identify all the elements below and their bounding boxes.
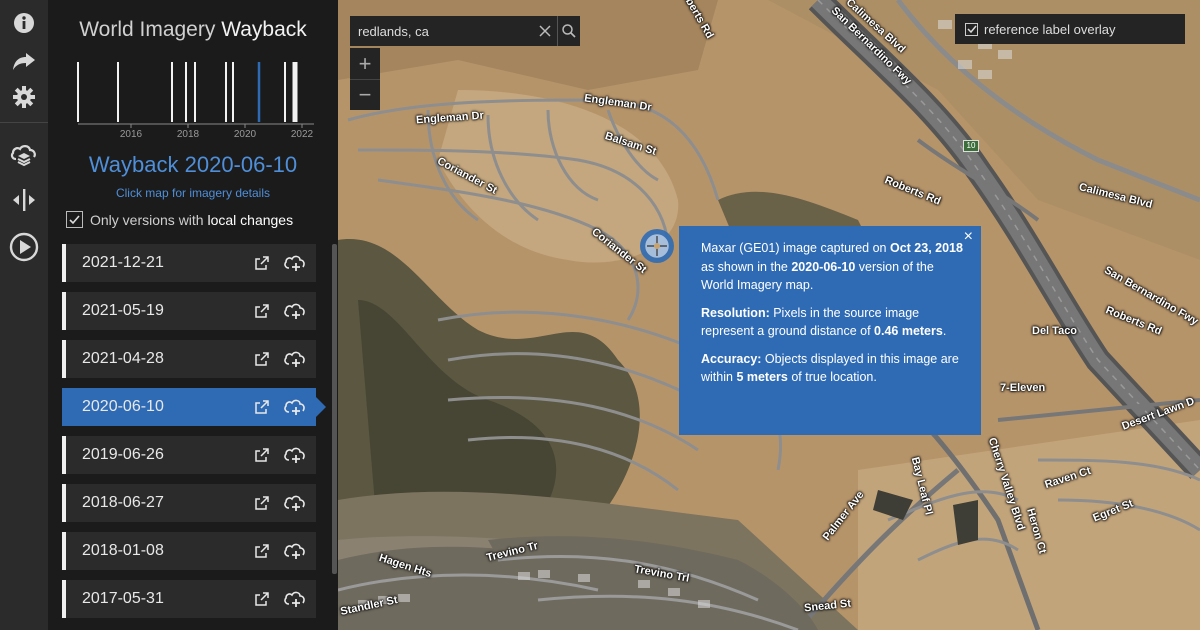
cloud-add-icon[interactable] — [278, 388, 310, 426]
release-date: 2018-06-27 — [82, 494, 164, 511]
zoom-out-button[interactable]: − — [350, 79, 380, 110]
timeline-tick-label: 2020 — [234, 129, 257, 140]
local-changes-toggle[interactable]: Only versions with local changes — [66, 211, 293, 228]
open-in-new-icon[interactable] — [246, 580, 278, 618]
accuracy-end: of true location. — [787, 370, 877, 384]
share-icon[interactable] — [0, 44, 48, 78]
local-changes-label: Only versions with local changes — [90, 212, 293, 228]
close-icon[interactable]: × — [964, 228, 973, 247]
open-in-new-icon[interactable] — [246, 436, 278, 474]
swipe-icon[interactable] — [0, 183, 48, 217]
cloud-add-icon[interactable] — [278, 292, 310, 330]
road-label: Del Taco — [1032, 325, 1078, 337]
icon-rail — [0, 0, 48, 630]
capture-date: Oct 23, 2018 — [889, 241, 963, 255]
cloud-add-icon[interactable] — [278, 436, 310, 474]
release-list: 2021-12-21 2021-05-19 2021-04-28 2020-06-10… — [62, 244, 326, 628]
highway-shield-icon: 10 — [963, 140, 979, 152]
release-item[interactable]: 2020-06-10 — [62, 388, 326, 426]
accuracy-label: Accuracy: — [701, 351, 762, 366]
local-changes-label-bold: local changes — [207, 211, 294, 228]
close-icon[interactable] — [534, 16, 557, 46]
release-timeline[interactable]: 2016 2018 2020 2022 — [76, 58, 316, 142]
selected-release-title: Wayback 2020-06-10 — [88, 152, 298, 177]
imagery-details-popup: × Maxar (GE01) image captured on Oct 23,… — [679, 226, 981, 435]
reference-label-text: reference label overlay — [984, 21, 1116, 37]
release-date: 2020-06-10 — [82, 398, 164, 415]
open-in-new-icon[interactable] — [246, 244, 278, 282]
release-date: 2019-06-26 — [82, 446, 164, 463]
open-in-new-icon[interactable] — [246, 340, 278, 378]
release-item[interactable]: 2021-04-28 — [62, 340, 316, 378]
settings-icon[interactable] — [0, 80, 48, 114]
release-item[interactable]: 2019-06-26 — [62, 436, 316, 474]
map-view[interactable]: Engleman Dr Engleman Dr Balsam St Corian… — [338, 0, 1200, 630]
checkbox[interactable] — [965, 22, 978, 36]
checkbox[interactable] — [66, 211, 83, 228]
release-item[interactable]: 2018-01-08 — [62, 532, 316, 570]
release-date: 2021-12-21 — [82, 254, 164, 271]
search-icon[interactable] — [557, 16, 580, 46]
accuracy-value: 5 meters — [736, 370, 788, 384]
release-date: 2017-05-31 — [82, 590, 164, 607]
release-item[interactable]: 2021-05-19 — [62, 292, 316, 330]
cloud-add-icon[interactable] — [278, 532, 310, 570]
release-item[interactable]: 2021-12-21 — [62, 244, 316, 282]
release-date: 2018-01-08 — [82, 542, 164, 559]
capture-text: Maxar (GE01) image captured on — [701, 241, 890, 255]
open-in-new-icon[interactable] — [246, 292, 278, 330]
local-changes-label-plain: Only versions with — [90, 211, 208, 228]
layers-sync-icon[interactable] — [0, 138, 48, 172]
zoom-in-button[interactable]: + — [350, 48, 380, 79]
release-item[interactable]: 2017-05-31 — [62, 580, 316, 618]
cloud-add-icon[interactable] — [278, 244, 310, 282]
reference-label-toggle[interactable]: reference label overlay — [955, 14, 1185, 44]
app-title-plain: World Imagery — [79, 18, 222, 41]
app-title-bold: Wayback — [221, 18, 307, 41]
cloud-add-icon[interactable] — [278, 484, 310, 522]
release-item[interactable]: 2018-06-27 — [62, 484, 316, 522]
timeline-tick-label: 2018 — [177, 129, 200, 140]
search-input[interactable] — [350, 16, 534, 46]
cloud-add-icon[interactable] — [278, 340, 310, 378]
open-in-new-icon[interactable] — [246, 532, 278, 570]
timeline-tick-label: 2022 — [291, 129, 314, 140]
capture-info: Maxar (GE01) image captured on Oct 23, 2… — [701, 239, 963, 295]
resolution-end: . — [942, 324, 947, 338]
app-title: World Imagery Wayback — [48, 18, 338, 42]
search-bar — [350, 16, 580, 46]
play-icon[interactable] — [0, 230, 48, 264]
rail-divider — [0, 122, 48, 123]
timeline-tick-label: 2016 — [120, 129, 143, 140]
capture-text: as shown in the — [701, 259, 792, 274]
open-in-new-icon[interactable] — [246, 388, 278, 426]
click-map-hint: Click map for imagery details — [115, 186, 271, 200]
release-date: 2021-04-28 — [82, 350, 164, 367]
side-panel: World Imagery Wayback 2016 2018 2020 202… — [48, 0, 338, 630]
resolution-info: Resolution: Pixels in the source image r… — [701, 304, 963, 341]
map-marker-icon — [640, 229, 674, 263]
scrollbar[interactable] — [332, 244, 337, 574]
road-label: 7-Eleven — [1000, 382, 1046, 394]
resolution-label: Resolution: — [701, 305, 770, 320]
capture-release: 2020-06-10 — [791, 259, 856, 274]
resolution-value: 0.46 meters — [874, 324, 943, 338]
cloud-add-icon[interactable] — [278, 580, 310, 618]
open-in-new-icon[interactable] — [246, 484, 278, 522]
info-icon[interactable] — [0, 6, 48, 40]
zoom-control: + − — [350, 48, 380, 110]
accuracy-info: Accuracy: Objects displayed in this imag… — [701, 350, 963, 387]
release-date: 2021-05-19 — [82, 302, 164, 319]
